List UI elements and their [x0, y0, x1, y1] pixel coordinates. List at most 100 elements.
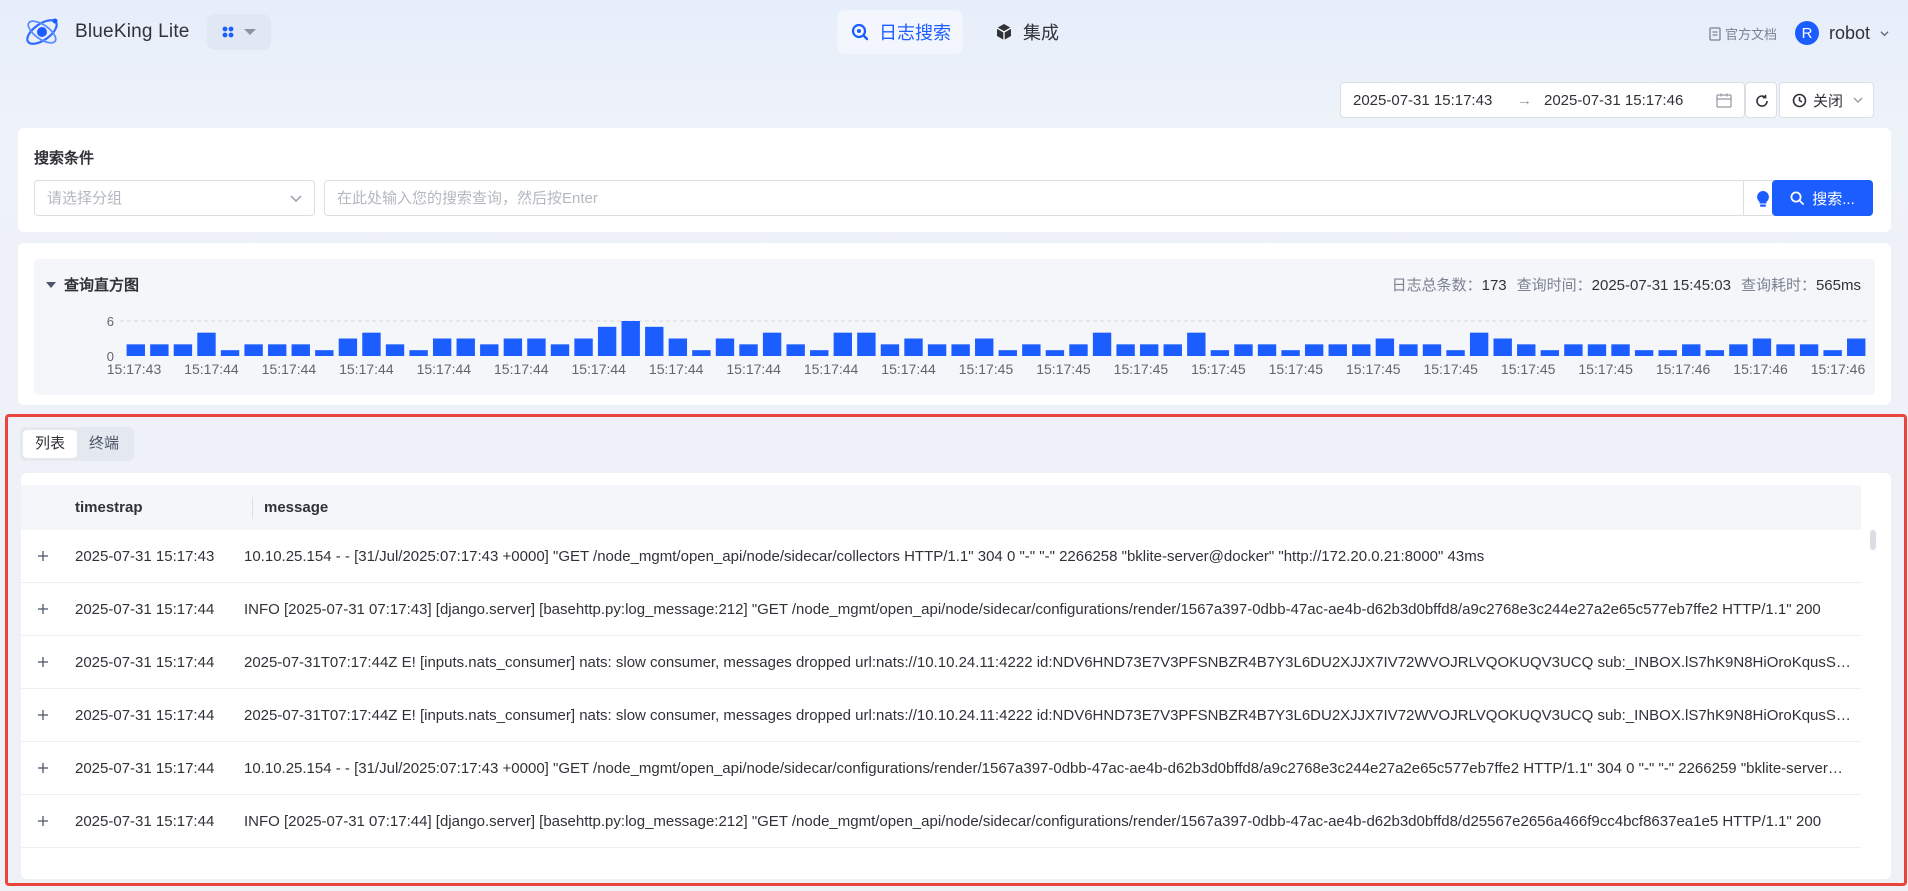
table-row[interactable]: 2025-07-31 15:17:44 2025-07-31T07:17:44Z …	[21, 636, 1861, 689]
nav-tab-log-search[interactable]: 日志搜索	[837, 10, 963, 54]
chevron-down-icon	[290, 195, 302, 202]
x-tick-label: 15:17:44	[262, 361, 317, 377]
x-tick-label: 15:17:45	[1578, 361, 1633, 377]
row-timestamp: 2025-07-31 15:17:44	[75, 760, 215, 777]
chevron-down-icon	[1853, 97, 1863, 103]
search-button[interactable]: 搜索...	[1772, 180, 1873, 216]
histogram-bar	[126, 344, 145, 356]
table-row[interactable]: 2025-07-31 15:17:44 2025-07-31T07:17:44Z …	[21, 689, 1861, 742]
blueking-logo-icon[interactable]	[22, 13, 62, 51]
histogram-bar	[1611, 344, 1630, 356]
x-tick-label: 15:17:45	[1501, 361, 1556, 377]
row-message: INFO [2025-07-31 07:17:43] [django.serve…	[244, 601, 1821, 618]
histogram-bar	[597, 326, 617, 356]
histogram-bar	[1729, 344, 1748, 356]
histogram-bar	[1163, 344, 1182, 356]
histogram-bar	[668, 338, 688, 356]
row-timestamp: 2025-07-31 15:17:44	[75, 707, 215, 724]
group-select[interactable]	[34, 180, 315, 216]
total-count-label: 日志总条数：	[1391, 277, 1482, 294]
lightbulb-icon	[1757, 191, 1769, 207]
expand-plus-icon[interactable]	[37, 656, 49, 668]
table-row[interactable]: 2025-07-31 15:17:44 INFO [2025-07-31 07:1…	[21, 795, 1861, 848]
x-tick-label: 15:17:44	[417, 361, 472, 377]
x-tick-label: 15:17:45	[1269, 361, 1324, 377]
app-switcher-button[interactable]	[207, 14, 271, 50]
histogram-bar	[833, 332, 853, 356]
table-row[interactable]: 2025-07-31 15:17:44 INFO [2025-07-31 07:1…	[21, 583, 1861, 636]
auto-refresh-value: 关闭	[1813, 92, 1844, 110]
histogram-bar	[1399, 344, 1418, 356]
nav-tab-label: 日志搜索	[879, 23, 951, 43]
histogram-bar	[362, 332, 381, 356]
column-header-message[interactable]: message	[264, 485, 328, 530]
row-message: INFO [2025-07-31 07:17:44] [django.serve…	[244, 813, 1822, 830]
histogram-bar	[645, 326, 664, 356]
expand-plus-icon[interactable]	[37, 762, 49, 774]
histogram-bar	[1022, 344, 1041, 356]
histogram-bar	[197, 332, 216, 356]
histogram-bar	[409, 350, 428, 356]
histogram-bar	[1257, 344, 1277, 356]
search-query-input[interactable]	[325, 181, 1743, 215]
histogram-chart[interactable]: 0615:17:43 15:17:44 15:17:44 15:17:44 15:17:…	[34, 299, 1875, 395]
calendar-icon	[1716, 93, 1732, 108]
time-range-end: 2025-07-31 15:17:46	[1544, 91, 1684, 109]
histogram-bar	[150, 344, 169, 356]
x-tick-label: 15:17:46	[1733, 361, 1788, 377]
nav-tab-integration[interactable]: 集成	[993, 10, 1073, 54]
histogram-bar	[338, 338, 358, 356]
x-tick-label: 15:17:44	[881, 361, 936, 377]
histogram-bar	[1234, 344, 1253, 356]
chevron-down-icon	[1880, 30, 1889, 36]
group-select-input[interactable]	[35, 181, 314, 215]
x-tick-label: 15:17:44	[571, 361, 626, 377]
histogram-bar	[762, 332, 782, 356]
scrollbar[interactable]	[1870, 530, 1876, 550]
histogram-bar	[715, 338, 735, 356]
histogram-toggle[interactable]: 查询直方图	[46, 274, 139, 295]
histogram-bar	[998, 350, 1017, 356]
x-tick-label: 15:17:45	[1036, 361, 1091, 377]
box-icon	[996, 24, 1012, 40]
table-row[interactable]: 2025-07-31 15:17:44 10.10.25.154 - - [31/…	[21, 742, 1861, 795]
expand-plus-icon[interactable]	[37, 603, 49, 615]
histogram-bar	[1517, 344, 1536, 356]
histogram-panel: 查询直方图 日志总条数：173 查询时间：2025-07-31 15:45:03 查…	[18, 243, 1891, 405]
table-row[interactable]: 2025-07-31 15:17:43 10.10.25.154 - - [31/…	[21, 530, 1861, 583]
user-menu[interactable]: R robot	[1795, 21, 1889, 45]
expand-plus-icon[interactable]	[37, 550, 49, 562]
avatar: R	[1795, 21, 1819, 45]
refresh-button[interactable]	[1745, 82, 1777, 118]
search-conditions-panel: 搜索条件 搜索...	[18, 128, 1891, 232]
histogram-bar	[857, 332, 876, 356]
histogram-bar	[1658, 350, 1677, 356]
histogram-bar	[1446, 350, 1465, 356]
caret-down-icon	[244, 29, 256, 35]
time-range-picker[interactable]: 2025-07-31 15:17:43 → 2025-07-31 15:17:4…	[1340, 82, 1745, 118]
histogram-bar	[1352, 344, 1371, 356]
histogram-bar	[456, 338, 475, 356]
tab-list[interactable]: 列表	[23, 430, 78, 458]
expand-plus-icon[interactable]	[37, 815, 49, 827]
histogram-bar	[1705, 350, 1725, 356]
official-docs-link[interactable]: 官方文档	[1709, 24, 1777, 43]
search-query-field[interactable]	[324, 180, 1744, 216]
histogram-bar	[1375, 338, 1395, 356]
x-tick-label: 15:17:44	[184, 361, 239, 377]
column-divider[interactable]	[252, 497, 253, 519]
x-tick-label: 15:17:46	[1811, 361, 1866, 377]
auto-refresh-icon	[1792, 93, 1807, 107]
auto-refresh-select[interactable]: 关闭	[1779, 82, 1874, 118]
tab-terminal[interactable]: 终端	[77, 430, 131, 458]
x-tick-label: 15:17:46	[1656, 361, 1711, 377]
histogram-bar	[550, 344, 570, 356]
histogram-bar	[951, 344, 970, 356]
app-name: BlueKing Lite	[75, 21, 190, 42]
view-tabs: 列表 终端	[20, 427, 135, 461]
column-header-timestamp[interactable]: timestrap	[75, 485, 143, 530]
histogram-bar	[786, 344, 805, 356]
expand-plus-icon[interactable]	[37, 709, 49, 721]
time-range-arrow: →	[1517, 91, 1532, 109]
histogram-bar	[291, 344, 310, 356]
